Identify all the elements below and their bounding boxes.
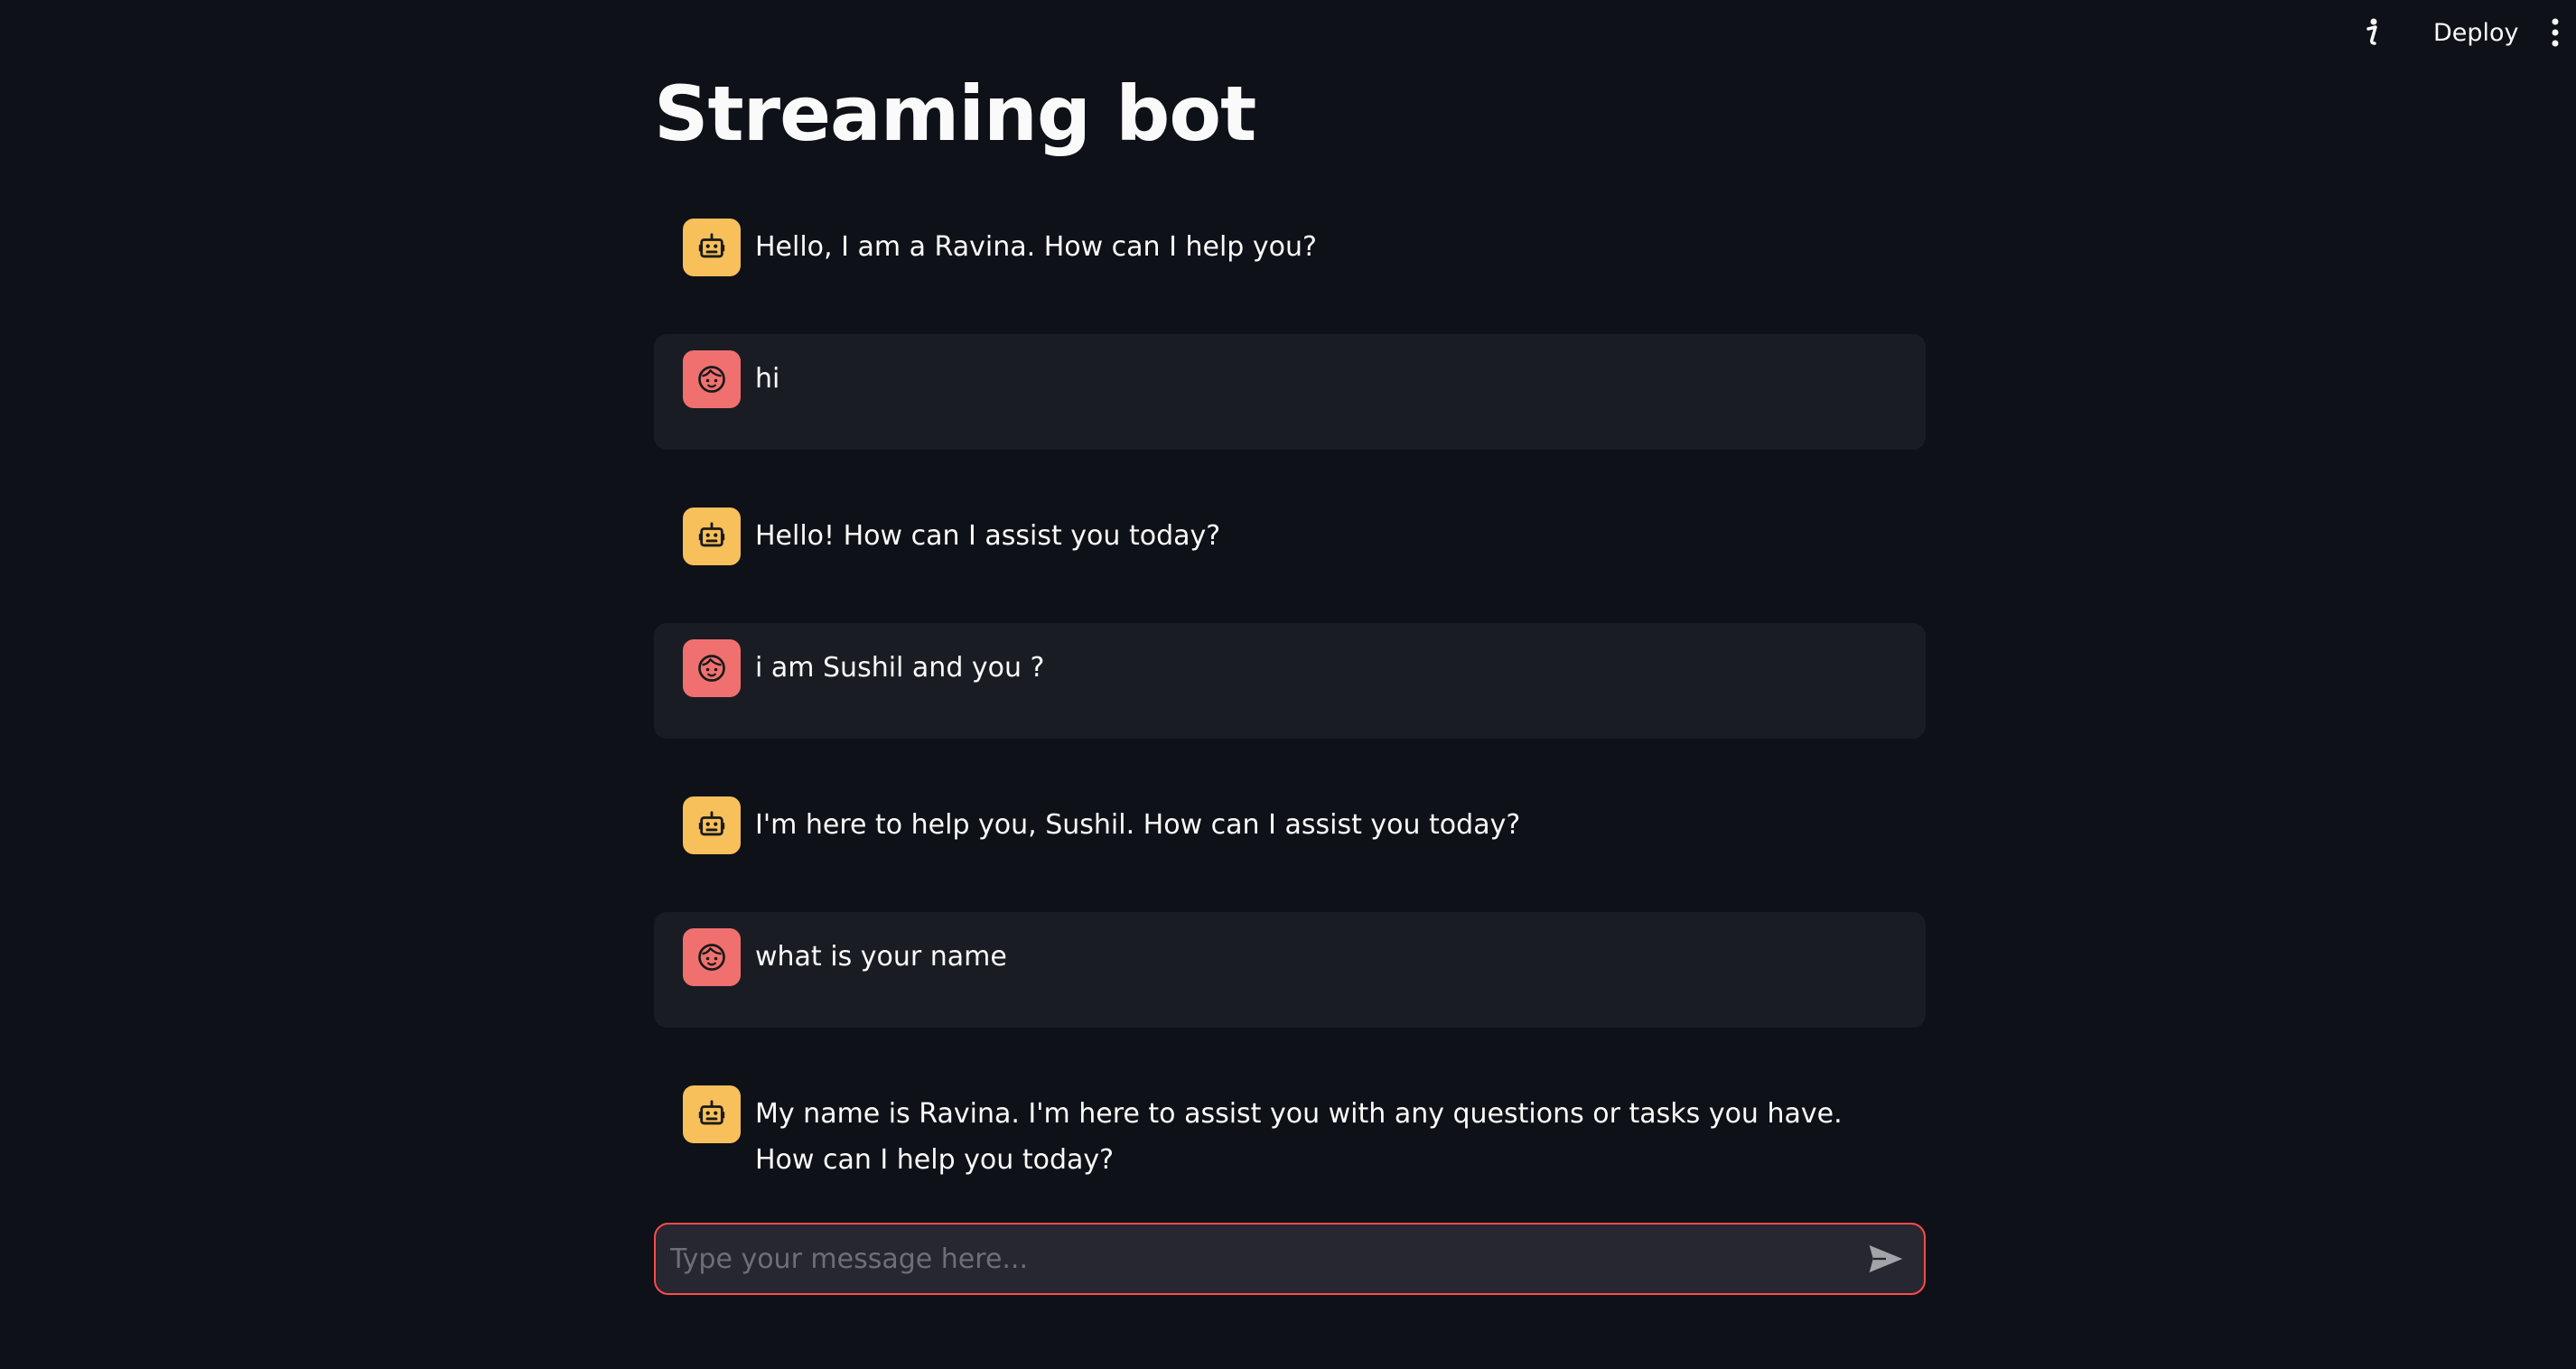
assistant-avatar — [683, 508, 741, 565]
send-button[interactable] — [1857, 1230, 1915, 1288]
message-text: hi — [755, 363, 780, 395]
assistant-avatar — [683, 219, 741, 276]
chat-message-assistant: My name is Ravina. I'm here to assist yo… — [654, 1069, 1926, 1199]
chat-input-container — [654, 1223, 1926, 1295]
user-avatar — [683, 639, 741, 697]
chat-message-assistant: Hello, I am a Ravina. How can I help you… — [654, 202, 1926, 293]
assistant-avatar — [683, 796, 741, 854]
robot-icon — [698, 811, 725, 836]
chat-message-assistant: Hello! How can I assist you today? — [654, 491, 1926, 582]
chat-message-assistant: I'm here to help you, Sushil. How can I … — [654, 780, 1926, 871]
main-menu-button[interactable] — [2542, 13, 2569, 52]
chat-message-user: i am Sushil and you ? — [654, 623, 1926, 739]
vertical-ellipsis-icon — [2552, 18, 2559, 47]
user-avatar — [683, 350, 741, 408]
message-text: I'm here to help you, Sushil. How can I … — [755, 809, 1521, 841]
user-avatar — [683, 928, 741, 986]
running-man-icon — [2366, 18, 2377, 45]
face-icon — [698, 944, 725, 971]
robot-icon — [698, 522, 725, 547]
face-icon — [698, 655, 725, 682]
face-icon — [698, 366, 725, 393]
chat-message-user: hi — [654, 334, 1926, 450]
running-status-button[interactable] — [2354, 13, 2390, 52]
message-text: what is your name — [755, 941, 1007, 973]
robot-icon — [698, 233, 725, 258]
page-title: Streaming bot — [654, 70, 1256, 158]
robot-icon — [698, 1100, 725, 1125]
app-toolbar: Deploy — [0, 0, 2576, 65]
send-icon — [1869, 1245, 1903, 1272]
message-text: Hello, I am a Ravina. How can I help you… — [755, 231, 1317, 263]
message-text: My name is Ravina. I'm here to assist yo… — [755, 1098, 1843, 1176]
message-text: i am Sushil and you ? — [755, 652, 1045, 684]
assistant-avatar — [683, 1085, 741, 1143]
message-text: Hello! How can I assist you today? — [755, 520, 1221, 552]
chat-message-user: what is your name — [654, 912, 1926, 1028]
chat-message-input[interactable] — [656, 1225, 1857, 1293]
deploy-button[interactable]: Deploy — [2417, 11, 2535, 54]
